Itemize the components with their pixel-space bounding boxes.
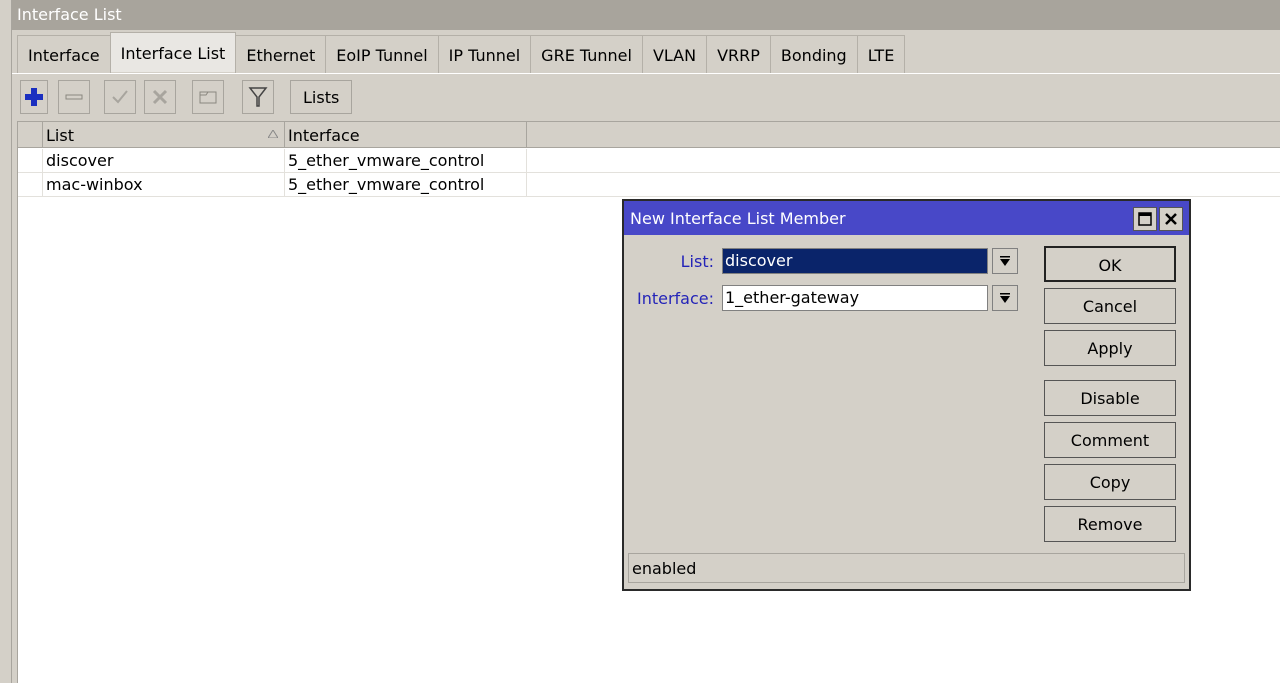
dialog-titlebar[interactable]: New Interface List Member: [624, 201, 1189, 235]
status-bar: enabled: [628, 553, 1185, 583]
row-selector: [18, 149, 43, 173]
row-interface: 5_ether_vmware_control: [285, 149, 527, 173]
sort-up-icon: [268, 130, 278, 138]
row-list: discover: [43, 149, 285, 173]
tab-eoip-tunnel[interactable]: EoIP Tunnel: [325, 35, 439, 73]
tab-vlan[interactable]: VLAN: [641, 35, 708, 73]
dialog-title: New Interface List Member: [630, 209, 846, 228]
tab-lte[interactable]: LTE: [856, 35, 906, 73]
dropdown-arrow-icon: [1000, 293, 1010, 303]
remove-button[interactable]: [58, 80, 90, 114]
table-row[interactable]: discover 5_ether_vmware_control: [18, 149, 1280, 173]
lists-button[interactable]: Lists: [290, 80, 353, 114]
enable-button[interactable]: [104, 80, 136, 114]
minus-icon: [65, 94, 83, 100]
row-selector: [18, 173, 43, 197]
plus-icon: [25, 88, 43, 106]
left-edge: [0, 0, 12, 683]
header-list[interactable]: List: [43, 122, 285, 148]
tab-bonding[interactable]: Bonding: [769, 35, 858, 73]
tab-ethernet[interactable]: Ethernet: [235, 35, 327, 73]
window-title: Interface List: [12, 0, 1280, 30]
cross-icon: [152, 89, 168, 105]
interface-dropdown-button[interactable]: [992, 285, 1018, 311]
tab-divider: [12, 73, 1280, 74]
check-icon: [112, 90, 128, 104]
copy-button[interactable]: Copy: [1044, 464, 1176, 500]
ok-button[interactable]: OK: [1044, 246, 1176, 282]
header-selector: [18, 122, 43, 148]
comment-button[interactable]: Comment: [1044, 422, 1176, 458]
maximize-icon: [1138, 212, 1152, 226]
note-icon: [199, 91, 217, 104]
close-button[interactable]: [1159, 207, 1183, 231]
interface-select[interactable]: 1_ether-gateway: [722, 285, 988, 311]
close-icon: [1165, 213, 1177, 225]
header-list-label: List: [46, 126, 74, 145]
tab-gre-tunnel[interactable]: GRE Tunnel: [530, 35, 643, 73]
new-interface-list-member-dialog: New Interface List Member List: discover…: [622, 199, 1191, 591]
comment-button[interactable]: [192, 80, 224, 114]
apply-button[interactable]: Apply: [1044, 330, 1176, 366]
tab-interface-list[interactable]: Interface List: [109, 32, 237, 72]
filter-icon: [248, 87, 268, 107]
row-interface: 5_ether_vmware_control: [285, 173, 527, 197]
interface-label: Interface:: [636, 289, 714, 308]
maximize-button[interactable]: [1133, 207, 1157, 231]
list-dropdown-button[interactable]: [992, 248, 1018, 274]
tab-ip-tunnel[interactable]: IP Tunnel: [437, 35, 532, 73]
table-row[interactable]: mac-winbox 5_ether_vmware_control: [18, 173, 1280, 197]
remove-button[interactable]: Remove: [1044, 506, 1176, 542]
header-interface[interactable]: Interface: [285, 122, 527, 148]
tab-vrrp[interactable]: VRRP: [706, 35, 771, 73]
row-list: mac-winbox: [43, 173, 285, 197]
disable-button[interactable]: [144, 80, 176, 114]
list-label: List:: [680, 252, 714, 271]
filter-button[interactable]: [242, 80, 274, 114]
cancel-button[interactable]: Cancel: [1044, 288, 1176, 324]
list-select[interactable]: discover: [722, 248, 988, 274]
disable-button[interactable]: Disable: [1044, 380, 1176, 416]
table-header: List Interface: [18, 122, 1280, 148]
dropdown-arrow-icon: [1000, 256, 1010, 266]
tab-bar: Interface Interface List Ethernet EoIP T…: [17, 32, 906, 73]
tab-interface[interactable]: Interface: [17, 35, 111, 73]
add-button[interactable]: [20, 80, 48, 114]
